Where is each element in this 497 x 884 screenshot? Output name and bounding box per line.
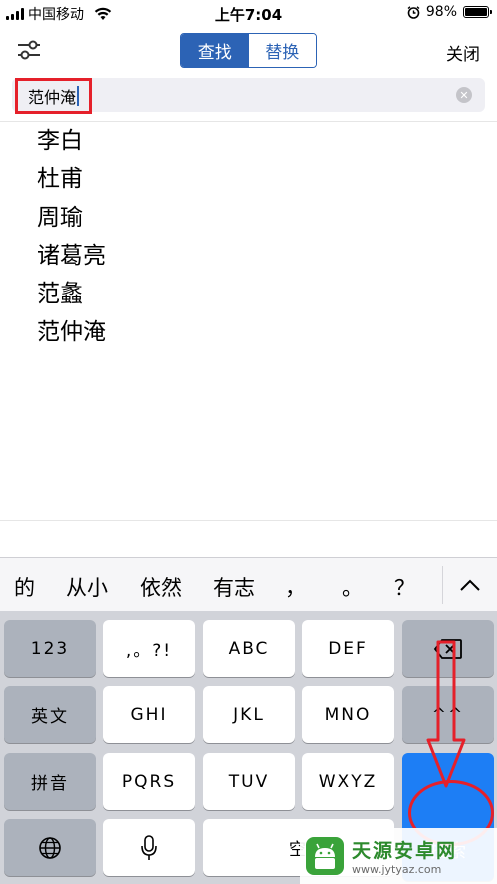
- battery-icon: [463, 6, 492, 18]
- annotation-arrow: [426, 640, 466, 788]
- candidate-word[interactable]: 。: [342, 572, 363, 602]
- ime-candidate-bar: 的 从小 依然 有志 ， 。 ？: [0, 558, 497, 611]
- watermark-url: www.jytyaz.com: [352, 863, 442, 876]
- key-punctuation[interactable]: ,。?!: [103, 620, 195, 677]
- alarm-icon: [407, 5, 420, 19]
- key-jkl[interactable]: JKL: [203, 686, 295, 743]
- candidate-word[interactable]: ，: [285, 572, 306, 602]
- android-logo-icon: [306, 837, 344, 875]
- microphone-icon: [141, 834, 157, 860]
- tab-replace[interactable]: 替换: [248, 34, 316, 67]
- watermark-title: 天源安卓网: [352, 840, 458, 862]
- key-wxyz[interactable]: WXYZ: [302, 753, 394, 810]
- key-mno[interactable]: MNO: [302, 686, 394, 743]
- status-right: 98%: [407, 4, 492, 20]
- candidate-word[interactable]: 的: [14, 572, 35, 602]
- clear-circle-icon[interactable]: ✕: [456, 87, 472, 103]
- sliders-icon: [18, 40, 40, 60]
- candidate-separator: [442, 566, 443, 604]
- find-replace-header: 查找 替换 关闭: [0, 26, 497, 74]
- key-tuv[interactable]: TUV: [203, 753, 295, 810]
- globe-key[interactable]: [4, 819, 96, 876]
- list-item: 杜甫: [37, 166, 83, 193]
- candidate-word[interactable]: 从小: [66, 572, 108, 602]
- key-english[interactable]: 英文: [4, 686, 96, 743]
- candidate-word[interactable]: 有志: [213, 572, 255, 602]
- microphone-key[interactable]: [103, 819, 195, 876]
- status-bar: 中国移动 上午7:04 98%: [0, 0, 497, 26]
- text-cursor: [77, 86, 80, 106]
- key-abc[interactable]: ABC: [203, 620, 295, 677]
- divider: [0, 520, 497, 521]
- search-input[interactable]: 范仲淹: [15, 78, 93, 114]
- watermark: 天源安卓网 www.jytyaz.com: [300, 828, 497, 884]
- key-pinyin[interactable]: 拼音: [4, 753, 96, 810]
- list-item: 周瑜: [37, 204, 83, 231]
- watermark-text: 天源安卓网 www.jytyaz.com: [352, 836, 457, 876]
- candidate-word[interactable]: ？: [394, 572, 415, 602]
- key-123[interactable]: 123: [4, 620, 96, 677]
- key-def[interactable]: DEF: [302, 620, 394, 677]
- globe-icon: [39, 836, 61, 859]
- list-item: 诸葛亮: [37, 242, 106, 269]
- collapse-candidates-button[interactable]: [456, 573, 484, 597]
- key-ghi[interactable]: GHI: [103, 686, 195, 743]
- chevron-up-icon: [460, 579, 480, 591]
- settings-button[interactable]: [14, 36, 44, 64]
- tab-find[interactable]: 查找: [181, 34, 249, 67]
- candidate-word[interactable]: 依然: [140, 572, 182, 602]
- close-button[interactable]: 关闭: [446, 40, 480, 65]
- key-pqrs[interactable]: PQRS: [103, 753, 195, 810]
- list-item: 李白: [37, 128, 83, 154]
- document-text-list: 李白 杜甫 周瑜 诸葛亮 范蠡 范仲淹: [37, 122, 106, 352]
- list-item: 范仲淹: [37, 319, 106, 346]
- search-bar: 范仲淹 ✕: [12, 78, 485, 114]
- battery-percent: 98%: [425, 4, 457, 20]
- find-replace-segmented-control: 查找 替换: [180, 33, 317, 68]
- search-input-value: 范仲淹: [28, 88, 77, 107]
- list-item: 范蠡: [37, 281, 83, 308]
- battery-fill: [465, 8, 487, 16]
